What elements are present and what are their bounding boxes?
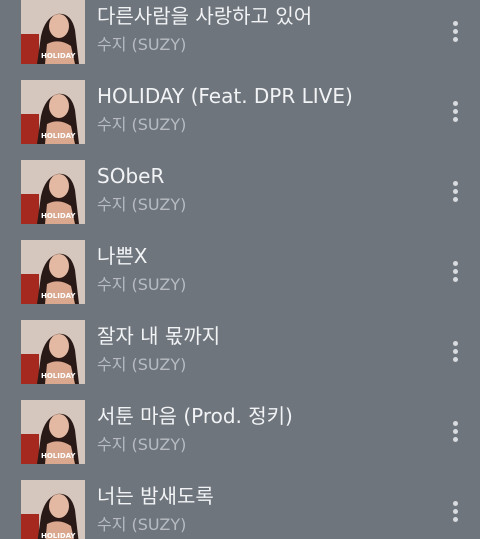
album-art-label: HOLIDAY bbox=[41, 532, 76, 539]
song-row[interactable]: HOLIDAY 잘자 내 몫까지 수지 (SUZY) bbox=[0, 320, 480, 400]
album-art-label: HOLIDAY bbox=[41, 132, 76, 140]
song-artist: 수지 (SUZY) bbox=[97, 275, 187, 294]
album-art-label: HOLIDAY bbox=[41, 292, 76, 300]
album-art: HOLIDAY bbox=[21, 160, 85, 224]
song-row[interactable]: HOLIDAY 너는 밤새도록 수지 (SUZY) bbox=[0, 480, 480, 539]
more-vertical-icon[interactable] bbox=[446, 180, 464, 204]
song-title: SObeR bbox=[97, 164, 165, 188]
song-title: 너는 밤새도록 bbox=[97, 484, 214, 508]
song-title: HOLIDAY (Feat. DPR LIVE) bbox=[97, 84, 353, 108]
album-art: HOLIDAY bbox=[21, 80, 85, 144]
album-art: HOLIDAY bbox=[21, 240, 85, 304]
song-title: 다른사람을 사랑하고 있어 bbox=[97, 4, 313, 28]
more-vertical-icon[interactable] bbox=[446, 20, 464, 44]
song-title: 잘자 내 몫까지 bbox=[97, 324, 221, 348]
album-art-label: HOLIDAY bbox=[41, 452, 76, 460]
album-art-label: HOLIDAY bbox=[41, 52, 76, 60]
song-artist: 수지 (SUZY) bbox=[97, 515, 187, 534]
more-vertical-icon[interactable] bbox=[446, 260, 464, 284]
song-row[interactable]: HOLIDAY 서툰 마음 (Prod. 정키) 수지 (SUZY) bbox=[0, 400, 480, 480]
song-artist: 수지 (SUZY) bbox=[97, 195, 187, 214]
song-artist: 수지 (SUZY) bbox=[97, 115, 187, 134]
song-artist: 수지 (SUZY) bbox=[97, 435, 187, 454]
song-row[interactable]: HOLIDAY 나쁜X 수지 (SUZY) bbox=[0, 240, 480, 320]
song-title: 나쁜X bbox=[97, 244, 148, 268]
song-row[interactable]: HOLIDAY HOLIDAY (Feat. DPR LIVE) 수지 (SUZ… bbox=[0, 80, 480, 160]
more-vertical-icon[interactable] bbox=[446, 340, 464, 364]
album-art: HOLIDAY bbox=[21, 400, 85, 464]
song-row[interactable]: HOLIDAY 다른사람을 사랑하고 있어 수지 (SUZY) bbox=[0, 0, 480, 80]
more-vertical-icon[interactable] bbox=[446, 100, 464, 124]
album-art: HOLIDAY bbox=[21, 480, 85, 539]
song-list: HOLIDAY 다른사람을 사랑하고 있어 수지 (SUZY) HOLIDAY … bbox=[0, 0, 480, 539]
more-vertical-icon[interactable] bbox=[446, 500, 464, 524]
song-artist: 수지 (SUZY) bbox=[97, 355, 187, 374]
album-art: HOLIDAY bbox=[21, 0, 85, 64]
album-art-label: HOLIDAY bbox=[41, 212, 76, 220]
song-title: 서툰 마음 (Prod. 정키) bbox=[97, 404, 293, 428]
more-vertical-icon[interactable] bbox=[446, 420, 464, 444]
song-artist: 수지 (SUZY) bbox=[97, 35, 187, 54]
album-art-label: HOLIDAY bbox=[41, 372, 76, 380]
song-row[interactable]: HOLIDAY SObeR 수지 (SUZY) bbox=[0, 160, 480, 240]
album-art: HOLIDAY bbox=[21, 320, 85, 384]
